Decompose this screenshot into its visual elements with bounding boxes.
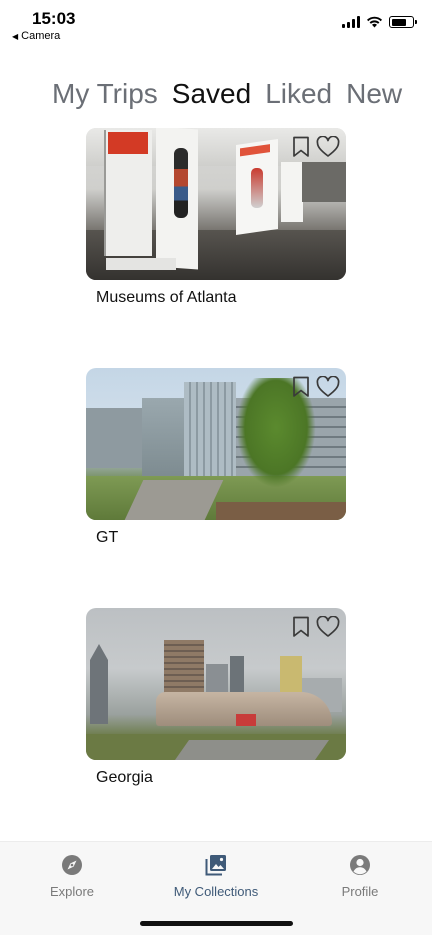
collection-title: Museums of Atlanta	[96, 289, 237, 306]
back-label: Camera	[21, 30, 61, 42]
tab-saved[interactable]: Saved	[172, 78, 251, 110]
nav-label: Explore	[49, 884, 95, 899]
compass-icon	[62, 855, 82, 875]
back-arrow-icon: ◀	[12, 31, 19, 41]
collection-card[interactable]: Georgia	[86, 608, 346, 787]
nav-label: My Collections	[173, 884, 259, 899]
battery-icon	[389, 16, 417, 28]
nav-explore[interactable]: Explore	[12, 854, 132, 899]
collection-title: Georgia	[96, 769, 153, 786]
tab-new[interactable]: New	[346, 78, 402, 110]
home-indicator[interactable]	[140, 921, 293, 926]
photo-gallery-icon	[205, 855, 226, 876]
nav-label: Profile	[341, 884, 379, 899]
heart-icon[interactable]	[316, 616, 340, 638]
collection-tabs: My Trips Saved Liked New	[52, 78, 402, 110]
nav-my-collections[interactable]: My Collections	[156, 854, 276, 899]
collection-title: GT	[96, 529, 119, 546]
cellular-signal-icon	[342, 16, 360, 28]
tab-my-trips[interactable]: My Trips	[52, 78, 158, 110]
user-circle-icon	[350, 855, 370, 875]
bookmark-icon[interactable]	[292, 136, 310, 158]
collection-photo[interactable]	[86, 368, 346, 520]
status-time: 15:03	[32, 9, 76, 28]
collection-photo[interactable]	[86, 608, 346, 760]
wifi-icon	[367, 16, 382, 28]
collection-card[interactable]: Museums of Atlanta	[86, 128, 346, 307]
collection-photo[interactable]	[86, 128, 346, 280]
status-icons	[342, 16, 417, 28]
tab-liked[interactable]: Liked	[265, 78, 332, 110]
collection-card[interactable]: GT	[86, 368, 346, 547]
bookmark-icon[interactable]	[292, 616, 310, 638]
heart-icon[interactable]	[316, 136, 340, 158]
back-to-camera-link[interactable]: ◀ Camera	[12, 30, 60, 42]
status-bar: 15:03 ◀ Camera	[0, 0, 432, 44]
bookmark-icon[interactable]	[292, 376, 310, 398]
nav-profile[interactable]: Profile	[300, 854, 420, 899]
heart-icon[interactable]	[316, 376, 340, 398]
